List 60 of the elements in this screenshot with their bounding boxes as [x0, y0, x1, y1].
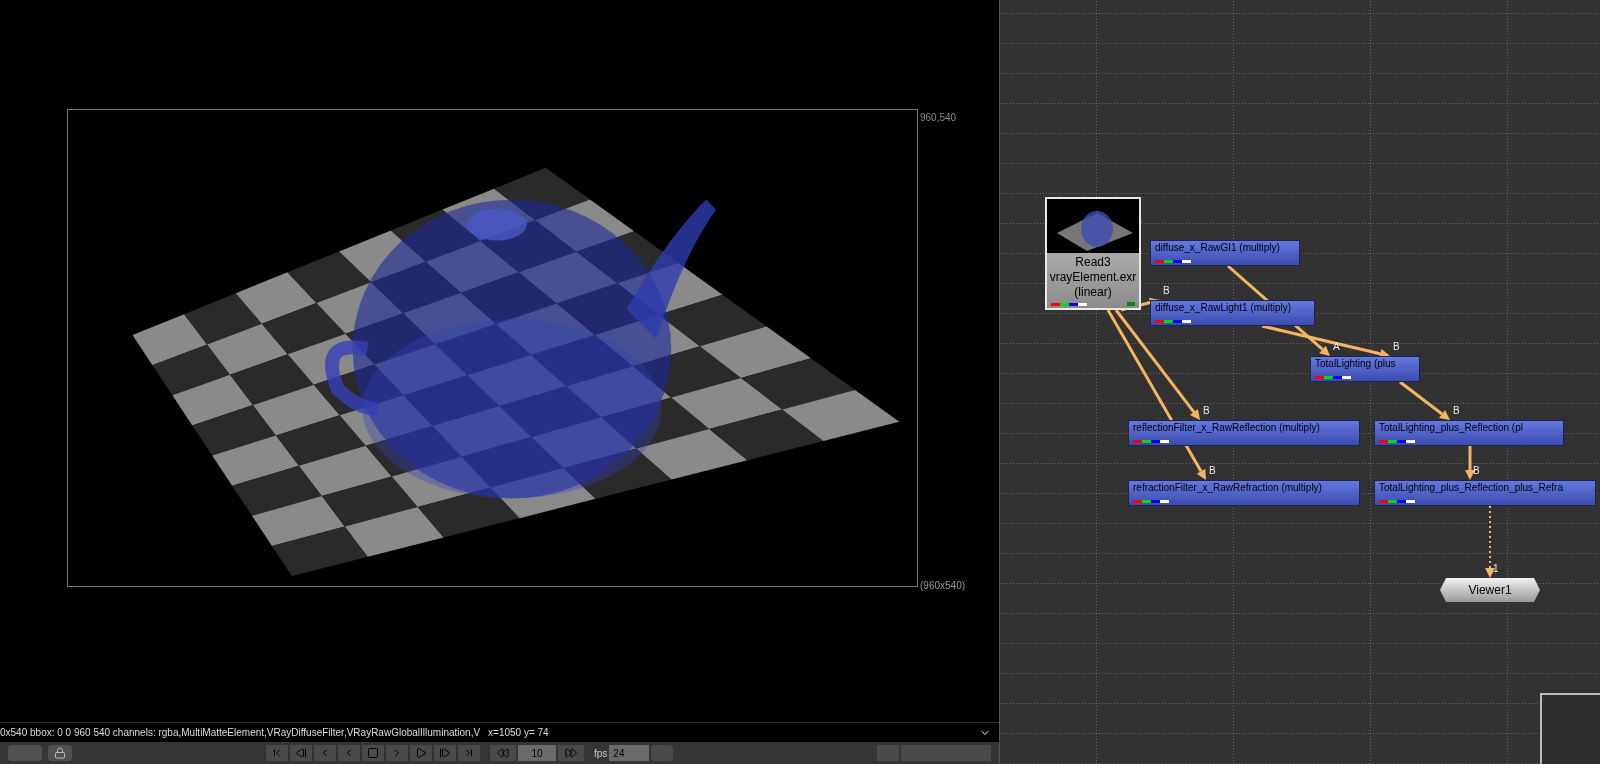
- input-label: B: [1473, 465, 1480, 476]
- input-label: 1: [1493, 563, 1499, 574]
- merge-node[interactable]: refractionFilter_x_RawRefraction (multiply): [1128, 480, 1360, 506]
- transport-button[interactable]: [290, 745, 312, 761]
- input-label: B: [1163, 285, 1170, 296]
- transport-button[interactable]: [266, 745, 288, 761]
- format-label: (960x540): [920, 579, 966, 593]
- transport-button[interactable]: [410, 745, 432, 761]
- rewind-button[interactable]: [490, 745, 516, 761]
- channel-indicator: [1133, 440, 1169, 443]
- transport-icon: [439, 747, 451, 759]
- rewind-icon: [497, 747, 509, 759]
- merge-node[interactable]: TotalLighting (plus: [1310, 356, 1420, 382]
- viewer-node[interactable]: Viewer1: [1440, 578, 1540, 602]
- fast-forward-icon: [565, 747, 577, 759]
- transport-button[interactable]: [434, 745, 456, 761]
- input-label: B: [1393, 341, 1400, 352]
- transport-icon: [271, 747, 283, 759]
- transport-icon: [415, 747, 427, 759]
- transport-icon: [295, 747, 307, 759]
- toolbar-button[interactable]: [8, 745, 42, 761]
- merge-node[interactable]: TotalLighting_plus_Reflection (pl: [1374, 420, 1564, 446]
- channel-indicator: [1315, 376, 1351, 379]
- transport-button[interactable]: [314, 745, 336, 761]
- transport-button[interactable]: [458, 745, 480, 761]
- node-label: vrayElement.exr: [1049, 270, 1137, 285]
- merge-node[interactable]: reflectionFilter_x_RawReflection (multiply): [1128, 420, 1360, 446]
- transport-icon: [463, 747, 475, 759]
- channel-indicator: [1379, 440, 1415, 443]
- transport-button[interactable]: [338, 745, 360, 761]
- node-label: Read3: [1075, 255, 1111, 270]
- connection-arrow: [1399, 380, 1450, 420]
- node-label: (linear): [1074, 285, 1112, 300]
- cursor-text: x=1050 y= 74: [488, 726, 549, 740]
- merge-node[interactable]: diffuse_x_RawGI1 (multiply): [1150, 240, 1300, 266]
- transport-button[interactable]: [362, 745, 384, 761]
- merge-node[interactable]: diffuse_x_RawLight1 (multiply): [1150, 300, 1315, 326]
- channel-indicator: [1133, 500, 1169, 503]
- channel-indicator: [1155, 320, 1191, 323]
- read-node[interactable]: Read3 vrayElement.exr (linear): [1045, 197, 1141, 310]
- lock-icon: [54, 747, 66, 759]
- info-text: 0x540 bbox: 0 0 960 540 channels: rgba,MultiMatteElement,VRayDiffuseFilter,VRayRawGlobalIllumination,V: [0, 726, 481, 740]
- merge-node[interactable]: TotalLighting_plus_Reflection_plus_Refra: [1374, 480, 1596, 506]
- fps-label: fps: [594, 746, 608, 761]
- input-label: B: [1203, 405, 1210, 416]
- channel-indicator: [1051, 303, 1087, 306]
- channel-indicator: [1155, 260, 1191, 263]
- fps-field[interactable]: 24: [609, 745, 650, 761]
- fast-forward-button[interactable]: [558, 745, 584, 761]
- lock-button[interactable]: [48, 745, 72, 761]
- status-icon: [1127, 302, 1135, 306]
- corner-label: 960,540: [920, 111, 957, 125]
- channel-indicator: [1379, 500, 1415, 503]
- minimap: [1540, 693, 1600, 764]
- transport-icon: [367, 747, 379, 759]
- input-label: B: [1453, 405, 1460, 416]
- frame-field[interactable]: 10: [518, 745, 556, 761]
- transport-button[interactable]: [386, 745, 408, 761]
- input-label: B: [1209, 465, 1216, 476]
- connection-arrow: [1465, 446, 1475, 480]
